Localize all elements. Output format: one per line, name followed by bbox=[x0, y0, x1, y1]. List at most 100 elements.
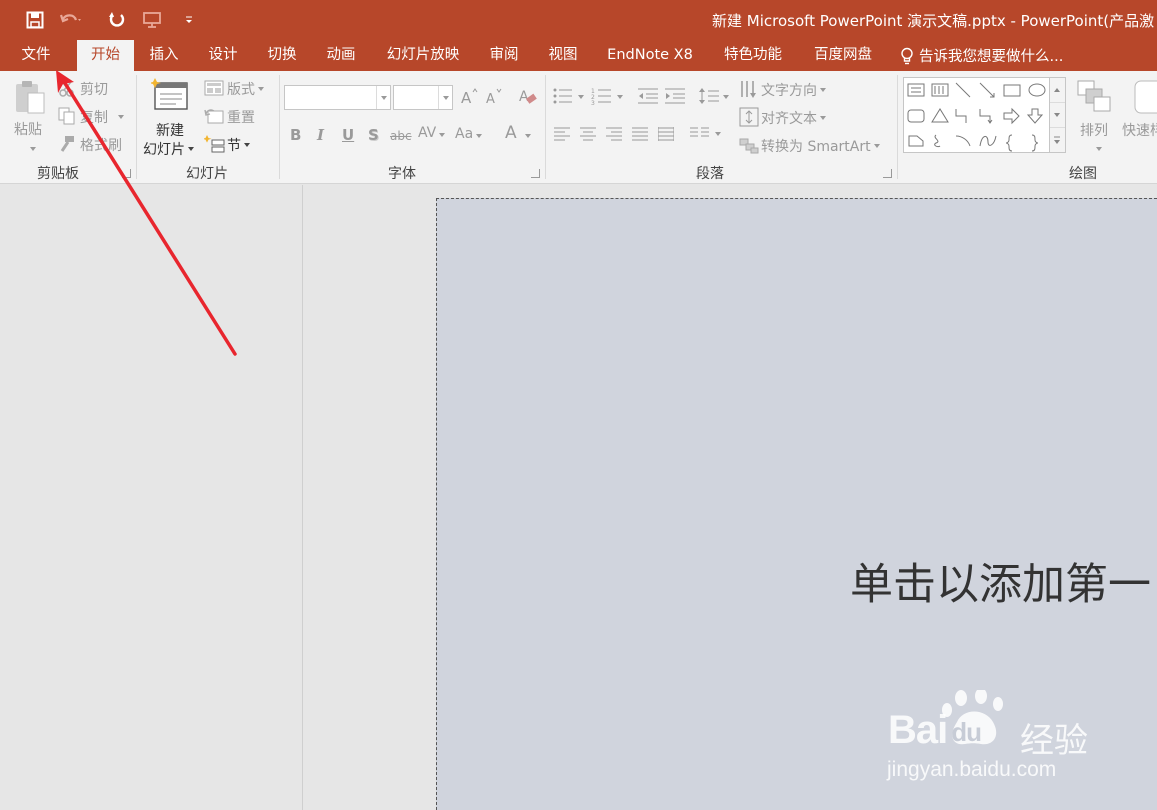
shrink-font-icon[interactable]: A bbox=[485, 87, 503, 109]
grow-font-icon[interactable]: A bbox=[460, 87, 478, 109]
font-name-dropdown-icon[interactable] bbox=[376, 86, 390, 109]
convert-smartart-button[interactable]: 转换为 SmartArt bbox=[761, 136, 880, 156]
arrange-button[interactable]: 排列 bbox=[1080, 120, 1108, 140]
align-left-icon[interactable] bbox=[554, 126, 570, 145]
tab-review[interactable]: 审阅 bbox=[480, 40, 528, 71]
increase-indent-icon[interactable] bbox=[665, 88, 685, 108]
paste-button[interactable]: 粘贴 bbox=[14, 119, 42, 139]
gallery-more-icon[interactable] bbox=[1050, 128, 1065, 153]
quick-styles-label: 快速样 bbox=[1122, 123, 1157, 139]
tab-home[interactable]: 开始 bbox=[77, 40, 134, 71]
character-spacing-button[interactable]: AV bbox=[418, 125, 446, 141]
watermark-brand: Bai du bbox=[888, 708, 982, 753]
tab-insert[interactable]: 插入 bbox=[140, 40, 188, 71]
layout-button[interactable]: 版式 bbox=[227, 79, 264, 99]
customize-icon[interactable] bbox=[176, 8, 202, 32]
tab-baidu-netdisk[interactable]: 百度网盘 bbox=[804, 40, 882, 71]
arrange-dropdown-icon[interactable] bbox=[1096, 147, 1102, 151]
character-spacing-label: AV bbox=[418, 125, 437, 141]
spacing-dropdown-icon bbox=[439, 133, 446, 137]
text-direction-dropdown-icon bbox=[820, 88, 826, 92]
paste-icon[interactable] bbox=[14, 79, 48, 119]
copy-button[interactable]: 复制 bbox=[80, 107, 124, 127]
undo-icon[interactable] bbox=[58, 8, 84, 32]
italic-button[interactable]: I bbox=[317, 126, 324, 144]
ribbon-home: 粘贴 剪切 复制 格式刷 剪贴板 新建 幻灯片 版式 重置 节 幻灯片 A A … bbox=[0, 71, 1157, 184]
clear-formatting-icon[interactable]: A bbox=[518, 87, 538, 109]
clipboard-launcher-icon[interactable] bbox=[122, 169, 131, 178]
font-size-dropdown-icon[interactable] bbox=[438, 86, 452, 109]
watermark-url: jingyan.baidu.com bbox=[887, 758, 1057, 781]
gallery-scroll-down-icon[interactable] bbox=[1050, 103, 1065, 128]
gallery-scroll-up-icon[interactable] bbox=[1050, 78, 1065, 103]
slide-thumbnail-pane[interactable] bbox=[0, 185, 302, 810]
underline-button[interactable]: U bbox=[342, 126, 354, 144]
format-painter-button[interactable]: 格式刷 bbox=[80, 135, 122, 155]
tab-view[interactable]: 视图 bbox=[539, 40, 587, 71]
title-placeholder[interactable]: 单击以添加第一 bbox=[850, 550, 1151, 612]
present-icon[interactable] bbox=[140, 8, 166, 32]
font-color-label: A bbox=[505, 123, 517, 143]
new-slide-icon[interactable] bbox=[149, 77, 191, 117]
decrease-indent-icon[interactable] bbox=[638, 88, 658, 108]
numbering-icon[interactable]: 123 bbox=[591, 87, 625, 109]
text-direction-button[interactable]: 文字方向 bbox=[761, 80, 826, 100]
svg-text:3: 3 bbox=[591, 100, 595, 105]
shapes-gallery[interactable] bbox=[903, 77, 1050, 153]
new-slide-button[interactable]: 幻灯片 bbox=[143, 139, 194, 159]
section-button[interactable]: 节 bbox=[227, 135, 250, 155]
font-name-combo[interactable] bbox=[284, 85, 391, 110]
tab-design[interactable]: 设计 bbox=[199, 40, 247, 71]
tab-transitions[interactable]: 切换 bbox=[258, 40, 306, 71]
tab-special-features[interactable]: 特色功能 bbox=[714, 40, 792, 71]
text-direction-label: 文字方向 bbox=[761, 83, 817, 99]
section-label: 节 bbox=[227, 138, 241, 154]
format-painter-icon bbox=[58, 135, 76, 157]
tab-file[interactable]: 文件 bbox=[12, 40, 60, 71]
font-launcher-icon[interactable] bbox=[531, 169, 540, 178]
quick-styles-button[interactable]: 快速样 bbox=[1122, 120, 1157, 140]
reset-label: 重置 bbox=[227, 110, 255, 126]
distributed-icon[interactable] bbox=[657, 126, 675, 145]
bullets-icon[interactable] bbox=[552, 87, 586, 109]
save-icon[interactable] bbox=[22, 8, 48, 32]
font-color-dropdown-icon bbox=[524, 134, 531, 138]
align-center-icon[interactable] bbox=[580, 126, 596, 145]
align-text-button[interactable]: 对齐文本 bbox=[761, 108, 826, 128]
quick-styles-icon[interactable] bbox=[1133, 79, 1157, 119]
shapes-gallery-scroll[interactable] bbox=[1050, 77, 1066, 153]
group-divider bbox=[545, 75, 546, 179]
layout-label: 版式 bbox=[227, 82, 255, 98]
align-text-dropdown-icon bbox=[820, 116, 826, 120]
line-spacing-icon[interactable] bbox=[699, 87, 731, 109]
change-case-button[interactable]: Aa bbox=[455, 126, 483, 142]
text-shadow-button[interactable]: S bbox=[368, 126, 379, 144]
justify-icon[interactable] bbox=[632, 126, 648, 145]
paragraph-launcher-icon[interactable] bbox=[883, 169, 892, 178]
smartart-icon bbox=[739, 136, 759, 158]
paste-dropdown-icon[interactable] bbox=[30, 147, 36, 151]
tab-animations[interactable]: 动画 bbox=[317, 40, 365, 71]
group-divider bbox=[897, 75, 898, 179]
tab-endnote[interactable]: EndNote X8 bbox=[600, 40, 700, 71]
tell-me-box[interactable]: 告诉我您想要做什么... bbox=[900, 40, 1063, 71]
cut-button[interactable]: 剪切 bbox=[80, 79, 108, 99]
font-color-button[interactable]: A bbox=[505, 123, 531, 143]
new-slide-label-line1: 新建 bbox=[156, 123, 184, 139]
scissors-icon bbox=[58, 80, 76, 102]
new-slide-label-line2: 幻灯片 bbox=[143, 142, 185, 158]
redo-icon[interactable] bbox=[104, 8, 130, 32]
font-size-combo[interactable] bbox=[393, 85, 453, 110]
smartart-label: 转换为 SmartArt bbox=[761, 139, 871, 155]
smartart-dropdown-icon bbox=[873, 144, 880, 148]
reset-button[interactable]: 重置 bbox=[227, 107, 255, 127]
shapes-gallery-icons bbox=[907, 82, 1046, 152]
columns-icon[interactable] bbox=[690, 126, 724, 145]
arrange-icon[interactable] bbox=[1076, 79, 1112, 119]
watermark-brand-bai: Bai bbox=[888, 708, 948, 752]
paragraph-group-label: 段落 bbox=[696, 166, 724, 182]
bold-button[interactable]: B bbox=[290, 126, 301, 144]
tab-slideshow[interactable]: 幻灯片放映 bbox=[380, 40, 466, 71]
strikethrough-button[interactable]: abc bbox=[390, 129, 412, 143]
align-right-icon[interactable] bbox=[606, 126, 622, 145]
